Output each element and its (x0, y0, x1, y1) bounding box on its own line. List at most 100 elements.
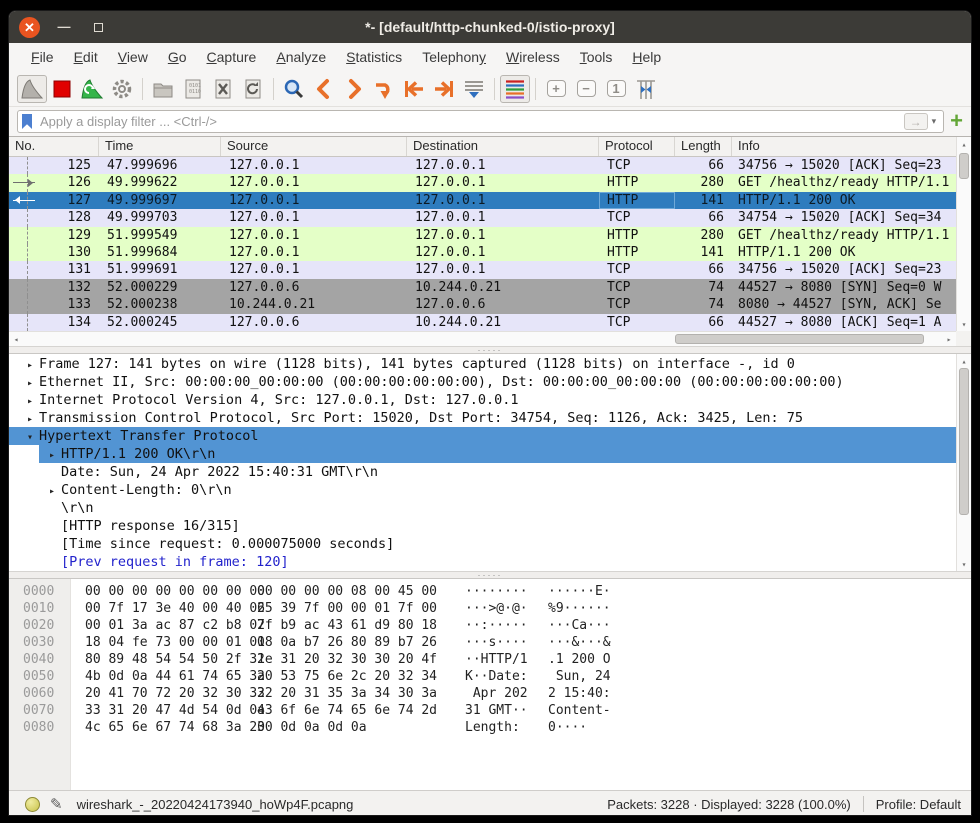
menu-help[interactable]: Help (622, 46, 671, 68)
packet-row-132[interactable]: 13252.000229127.0.0.610.244.0.21TCP74445… (9, 279, 956, 296)
start-capture-icon[interactable] (17, 75, 47, 103)
packet-row-128[interactable]: 12849.999703127.0.0.1127.0.0.1TCP6634754… (9, 209, 956, 226)
expand-icon[interactable]: ▸ (49, 483, 61, 500)
detail-row-0[interactable]: ▸Frame 127: 141 bytes on wire (1128 bits… (9, 355, 956, 373)
expand-icon[interactable]: ▸ (27, 375, 39, 392)
menu-wireless[interactable]: Wireless (496, 46, 570, 68)
detail-row-10[interactable]: [Time since request: 0.000075000 seconds… (9, 535, 956, 553)
scroll-up-icon[interactable]: ▴ (957, 137, 971, 151)
zoom-out-icon[interactable]: − (571, 75, 601, 103)
scroll-left-icon[interactable]: ◂ (9, 335, 23, 344)
expand-icon[interactable]: ▸ (49, 447, 61, 464)
zoom-original-icon[interactable]: 1 (601, 75, 631, 103)
menu-tools[interactable]: Tools (570, 46, 623, 68)
detail-row-11[interactable]: [Prev request in frame: 120] (9, 553, 956, 571)
detail-row-3[interactable]: ▸Transmission Control Protocol, Src Port… (9, 409, 956, 427)
column-header-source[interactable]: Source (221, 137, 407, 156)
hex-row-0080[interactable]: 00804c 65 6e 67 74 68 3a 2030 0d 0a 0d 0… (9, 719, 971, 736)
reload-file-icon[interactable] (238, 75, 268, 103)
column-header-info[interactable]: Info (732, 137, 956, 156)
column-header-protocol[interactable]: Protocol (599, 137, 675, 156)
packet-row-127[interactable]: 12749.999697127.0.0.1127.0.0.1HTTP141HTT… (9, 192, 956, 209)
auto-scroll-icon[interactable] (459, 75, 489, 103)
restart-capture-icon[interactable] (77, 75, 107, 103)
expand-icon[interactable]: ▸ (27, 357, 39, 374)
hex-row-0070[interactable]: 007033 31 20 47 4d 54 0d 0a43 6f 6e 74 6… (9, 702, 971, 719)
hex-row-0030[interactable]: 003018 04 fe 73 00 00 01 0108 0a b7 26 8… (9, 634, 971, 651)
packet-row-131[interactable]: 13151.999691127.0.0.1127.0.0.1TCP6634756… (9, 261, 956, 278)
expert-info-icon[interactable] (25, 797, 40, 812)
capture-comment-icon[interactable]: ✎ (50, 795, 63, 813)
menu-capture[interactable]: Capture (197, 46, 267, 68)
packet-row-133[interactable]: 13352.00023810.244.0.21127.0.0.6TCP74808… (9, 296, 956, 313)
open-file-icon[interactable] (148, 75, 178, 103)
detail-row-5[interactable]: ▸HTTP/1.1 200 OK\r\n (9, 445, 956, 463)
stop-capture-icon[interactable] (47, 75, 77, 103)
packet-row-125[interactable]: 12547.999696127.0.0.1127.0.0.1TCP6634756… (9, 157, 956, 174)
next-packet-icon[interactable] (339, 75, 369, 103)
detail-row-4[interactable]: ▾Hypertext Transfer Protocol (9, 427, 956, 445)
scroll-right-icon[interactable]: ▸ (942, 335, 956, 344)
packet-list-vscrollbar[interactable]: ▴ ▾ (956, 137, 971, 331)
colorize-icon[interactable] (500, 75, 530, 103)
collapse-icon[interactable]: ▾ (27, 429, 39, 446)
close-file-icon[interactable] (208, 75, 238, 103)
packet-row-134[interactable]: 13452.000245127.0.0.610.244.0.21TCP66445… (9, 314, 956, 331)
save-file-icon[interactable]: 01010110 (178, 75, 208, 103)
pane-splitter-top[interactable]: ····· (9, 346, 971, 354)
apply-filter-icon[interactable]: → (904, 113, 928, 130)
capture-options-icon[interactable] (107, 75, 137, 103)
column-header-time[interactable]: Time (99, 137, 221, 156)
zoom-in-icon[interactable]: + (541, 75, 571, 103)
scroll-down-icon[interactable]: ▾ (957, 317, 971, 331)
scroll-up-icon[interactable]: ▴ (957, 354, 971, 368)
hex-row-0050[interactable]: 00504b 0d 0a 44 61 74 65 3a20 53 75 6e 2… (9, 668, 971, 685)
detail-row-9[interactable]: [HTTP response 16/315] (9, 517, 956, 535)
display-filter-field[interactable]: → ▾ (17, 110, 944, 133)
expand-icon[interactable]: ▸ (27, 411, 39, 428)
menu-analyze[interactable]: Analyze (266, 46, 336, 68)
menu-telephony[interactable]: Telephony (412, 46, 496, 68)
packet-row-130[interactable]: 13051.999684127.0.0.1127.0.0.1HTTP141HTT… (9, 244, 956, 261)
first-packet-icon[interactable] (399, 75, 429, 103)
detail-row-6[interactable]: Date: Sun, 24 Apr 2022 15:40:31 GMT\r\n (9, 463, 956, 481)
profile-label[interactable]: Profile: Default (876, 797, 961, 812)
packet-row-126[interactable]: 12649.999622127.0.0.1127.0.0.1HTTP280GET… (9, 174, 956, 191)
packet-row-129[interactable]: 12951.999549127.0.0.1127.0.0.1HTTP280GET… (9, 227, 956, 244)
resize-columns-icon[interactable] (631, 75, 661, 103)
menu-statistics[interactable]: Statistics (336, 46, 412, 68)
expand-icon[interactable]: ▸ (27, 393, 39, 410)
menu-go[interactable]: Go (158, 46, 197, 68)
hex-row-0020[interactable]: 002000 01 3a ac 87 c2 b8 027f b9 ac 43 6… (9, 617, 971, 634)
packet-list-hscrollbar[interactable]: ◂ ▸ (9, 331, 956, 346)
menu-file[interactable]: File (21, 46, 64, 68)
previous-packet-icon[interactable] (309, 75, 339, 103)
column-header-destination[interactable]: Destination (407, 137, 599, 156)
find-packet-icon[interactable] (279, 75, 309, 103)
minimize-icon[interactable]: — (54, 17, 74, 37)
detail-row-2[interactable]: ▸Internet Protocol Version 4, Src: 127.0… (9, 391, 956, 409)
hex-row-0040[interactable]: 004080 89 48 54 54 50 2f 312e 31 20 32 3… (9, 651, 971, 668)
add-filter-button-icon[interactable]: + (944, 110, 965, 134)
last-packet-icon[interactable] (429, 75, 459, 103)
close-icon[interactable]: ✕ (19, 17, 40, 38)
bookmark-icon[interactable] (22, 114, 32, 129)
menu-edit[interactable]: Edit (64, 46, 108, 68)
detail-row-8[interactable]: \r\n (9, 499, 956, 517)
hex-row-0000[interactable]: 000000 00 00 00 00 00 00 0000 00 00 00 0… (9, 583, 971, 600)
column-header-length[interactable]: Length (675, 137, 732, 156)
filter-dropdown-icon[interactable]: ▾ (928, 116, 941, 127)
packet-bytes-pane[interactable]: 000000 00 00 00 00 00 00 0000 00 00 00 0… (9, 579, 971, 790)
hex-row-0010[interactable]: 001000 7f 17 3e 40 00 40 0625 39 7f 00 0… (9, 600, 971, 617)
detail-row-1[interactable]: ▸Ethernet II, Src: 00:00:00_00:00:00 (00… (9, 373, 956, 391)
menu-view[interactable]: View (108, 46, 158, 68)
go-to-packet-icon[interactable] (369, 75, 399, 103)
scroll-down-icon[interactable]: ▾ (957, 557, 971, 571)
pane-splitter-bottom[interactable]: ····· (9, 571, 971, 579)
detail-row-7[interactable]: ▸Content-Length: 0\r\n (9, 481, 956, 499)
column-header-no[interactable]: No. (9, 137, 99, 156)
hex-row-0060[interactable]: 006020 41 70 72 20 32 30 3232 20 31 35 3… (9, 685, 971, 702)
detail-vscrollbar[interactable]: ▴ ▾ (956, 354, 971, 571)
maximize-icon[interactable] (88, 17, 108, 37)
display-filter-input[interactable] (38, 113, 904, 130)
